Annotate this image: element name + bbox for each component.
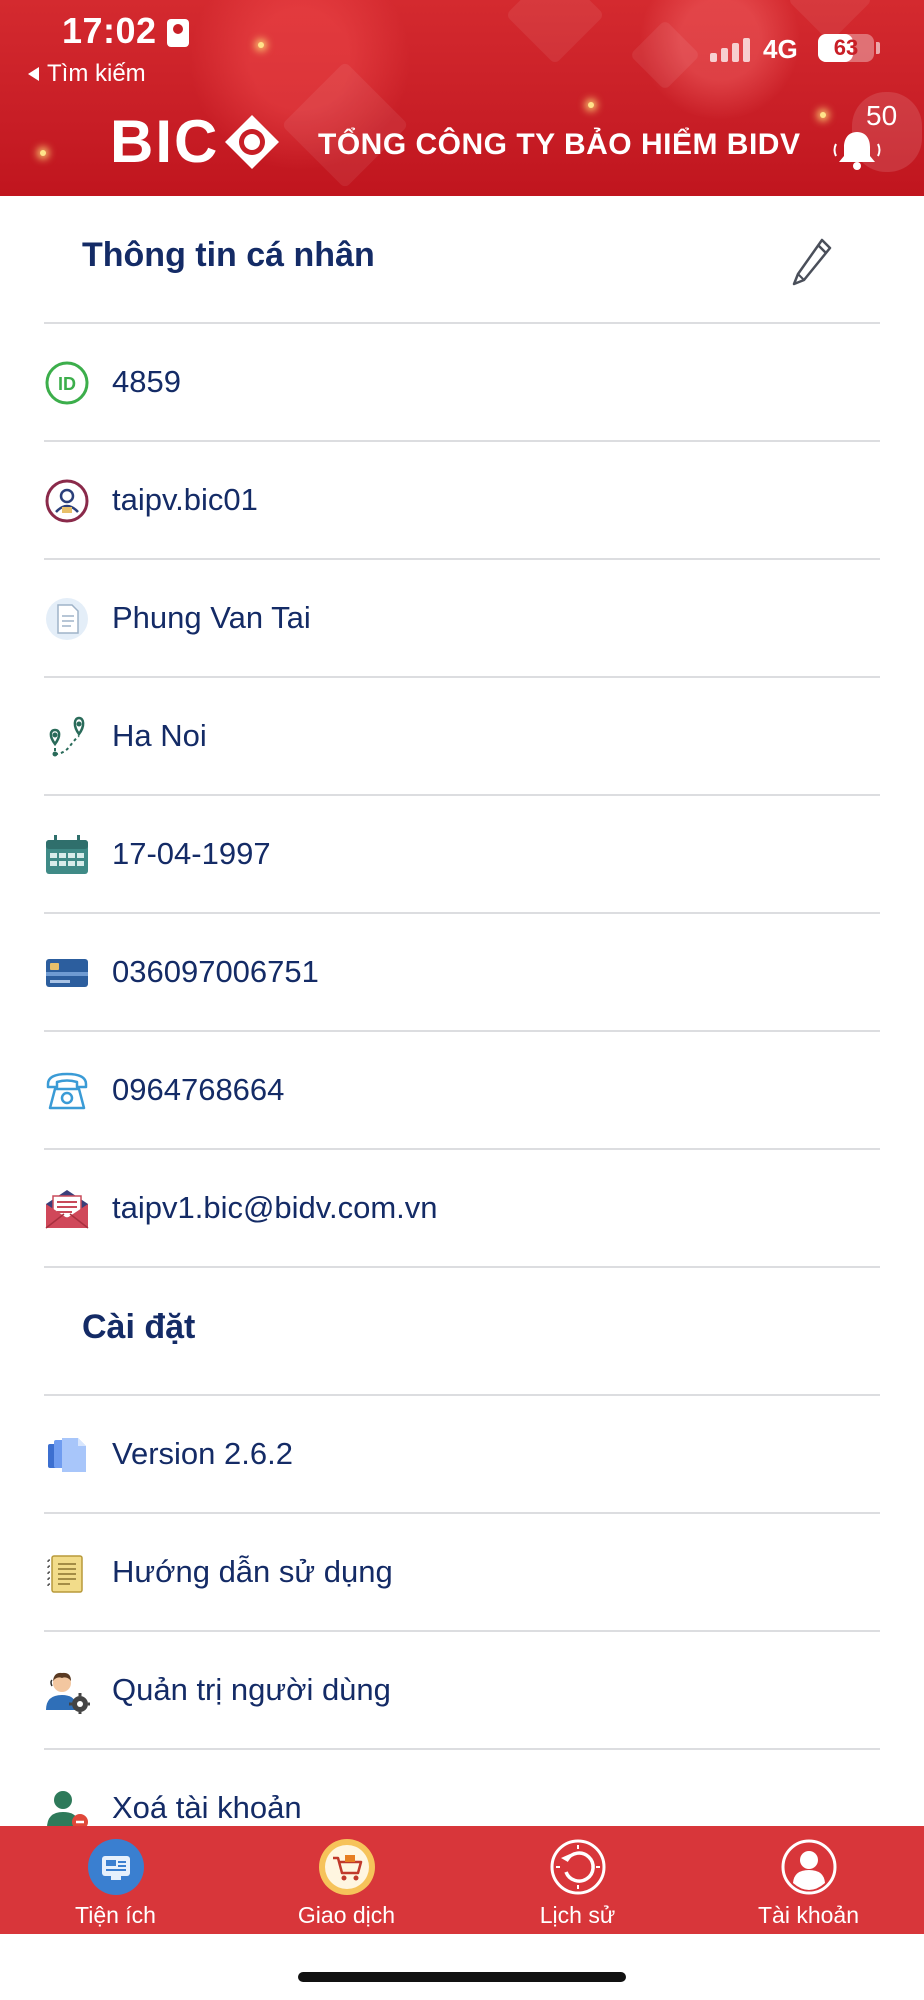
email-value: taipv1.bic@bidv.com.vn (112, 1190, 438, 1225)
birthdate-value: 17-04-1997 (112, 836, 271, 871)
address-row: Ha Noi (44, 678, 880, 796)
telephone-icon (44, 1068, 90, 1114)
version-label: Version 2.6.2 (112, 1436, 293, 1471)
user-guide-label: Hướng dẫn sử dụng (112, 1554, 393, 1589)
back-arrow-icon (28, 67, 39, 81)
edit-pencil-icon[interactable] (790, 236, 834, 288)
header-sparkle (820, 112, 826, 118)
username-value: taipv.bic01 (112, 482, 258, 517)
document-icon (44, 596, 90, 642)
account-icon (780, 1838, 838, 1896)
nav-history[interactable]: Lịch sử (462, 1826, 693, 1934)
bic-logo: BIC (110, 112, 281, 172)
phone-row: 0964768664 (44, 1032, 880, 1150)
header-sparkle (588, 102, 594, 108)
settings-header: Cài đặt (44, 1268, 880, 1396)
admin-user-icon (44, 1668, 90, 1714)
id-number-value: 036097006751 (112, 954, 319, 989)
username-row: taipv.bic01 (44, 442, 880, 560)
bottom-navigation: Tiện ích Giao dịch Lịch sử Tài khoản (0, 1826, 924, 1934)
full-name-value: Phung Van Tai (112, 600, 311, 635)
status-time: 17:02 (62, 10, 189, 52)
header-decoration (505, 0, 605, 65)
settings-title: Cài đặt (82, 1308, 196, 1346)
nav-transactions-label: Giao dịch (297, 1902, 396, 1928)
svg-text:ID: ID (58, 374, 76, 394)
nav-account[interactable]: Tài khoản (693, 1826, 924, 1934)
notification-bell-icon[interactable] (832, 126, 882, 172)
personal-info-header: Thông tin cá nhân (44, 196, 880, 324)
id-icon: ID (44, 360, 90, 406)
back-to-search-link[interactable]: Tìm kiếm (28, 60, 146, 88)
header-sparkle (40, 150, 46, 156)
header-decoration (629, 19, 701, 91)
history-icon (549, 1838, 607, 1896)
birthdate-row: 17-04-1997 (44, 796, 880, 914)
battery-level: 63 (833, 35, 859, 60)
address-value: Ha Noi (112, 718, 207, 753)
calendar-icon (44, 832, 90, 878)
full-name-row: Phung Van Tai (44, 560, 880, 678)
cart-icon (318, 1838, 376, 1896)
app-header: 17:02 Tìm kiếm 4G 63 BIC TỔNG CÔNG TY BẢ… (0, 0, 924, 196)
logo-text: BIC (110, 108, 220, 175)
id-card-icon (44, 950, 90, 996)
battery-cap (876, 42, 880, 54)
contact-badge-icon (166, 19, 189, 47)
guide-icon (44, 1550, 90, 1596)
location-route-icon (44, 714, 90, 760)
signal-strength-icon (710, 38, 750, 62)
nav-history-label: Lịch sử (539, 1902, 616, 1928)
company-name: TỔNG CÔNG TY BẢO HIỂM BIDV (318, 128, 801, 161)
user-admin-label: Quản trị người dùng (112, 1672, 391, 1707)
header-decoration (281, 61, 409, 189)
header-sparkle (258, 42, 264, 48)
back-label: Tìm kiếm (47, 60, 146, 87)
nav-account-label: Tài khoản (757, 1902, 859, 1928)
phone-value: 0964768664 (112, 1072, 285, 1107)
user-badge-icon (44, 478, 90, 524)
user-id-row: ID 4859 (44, 324, 880, 442)
email-row: taipv1.bic@bidv.com.vn (44, 1150, 880, 1268)
delete-account-label: Xoá tài khoản (112, 1790, 302, 1825)
home-area (0, 1934, 924, 2000)
nav-transactions[interactable]: Giao dịch (231, 1826, 462, 1934)
version-icon (44, 1432, 90, 1478)
mail-icon (44, 1186, 90, 1232)
user-guide-row[interactable]: Hướng dẫn sử dụng (44, 1514, 880, 1632)
id-number-row: 036097006751 (44, 914, 880, 1032)
logo-mark-icon (223, 113, 281, 171)
home-indicator[interactable] (298, 1972, 626, 1982)
profile-content: Thông tin cá nhân ID 4859 taipv.bic01 Ph… (0, 196, 924, 1868)
network-type: 4G (763, 34, 798, 64)
nav-utilities-label: Tiện ích (75, 1902, 156, 1928)
utilities-icon (87, 1838, 145, 1896)
user-id-value: 4859 (112, 364, 181, 399)
version-row[interactable]: Version 2.6.2 (44, 1396, 880, 1514)
personal-info-title: Thông tin cá nhân (82, 236, 375, 274)
user-admin-row[interactable]: Quản trị người dùng (44, 1632, 880, 1750)
nav-utilities[interactable]: Tiện ích (0, 1826, 231, 1934)
battery-icon: 63 (818, 34, 874, 62)
